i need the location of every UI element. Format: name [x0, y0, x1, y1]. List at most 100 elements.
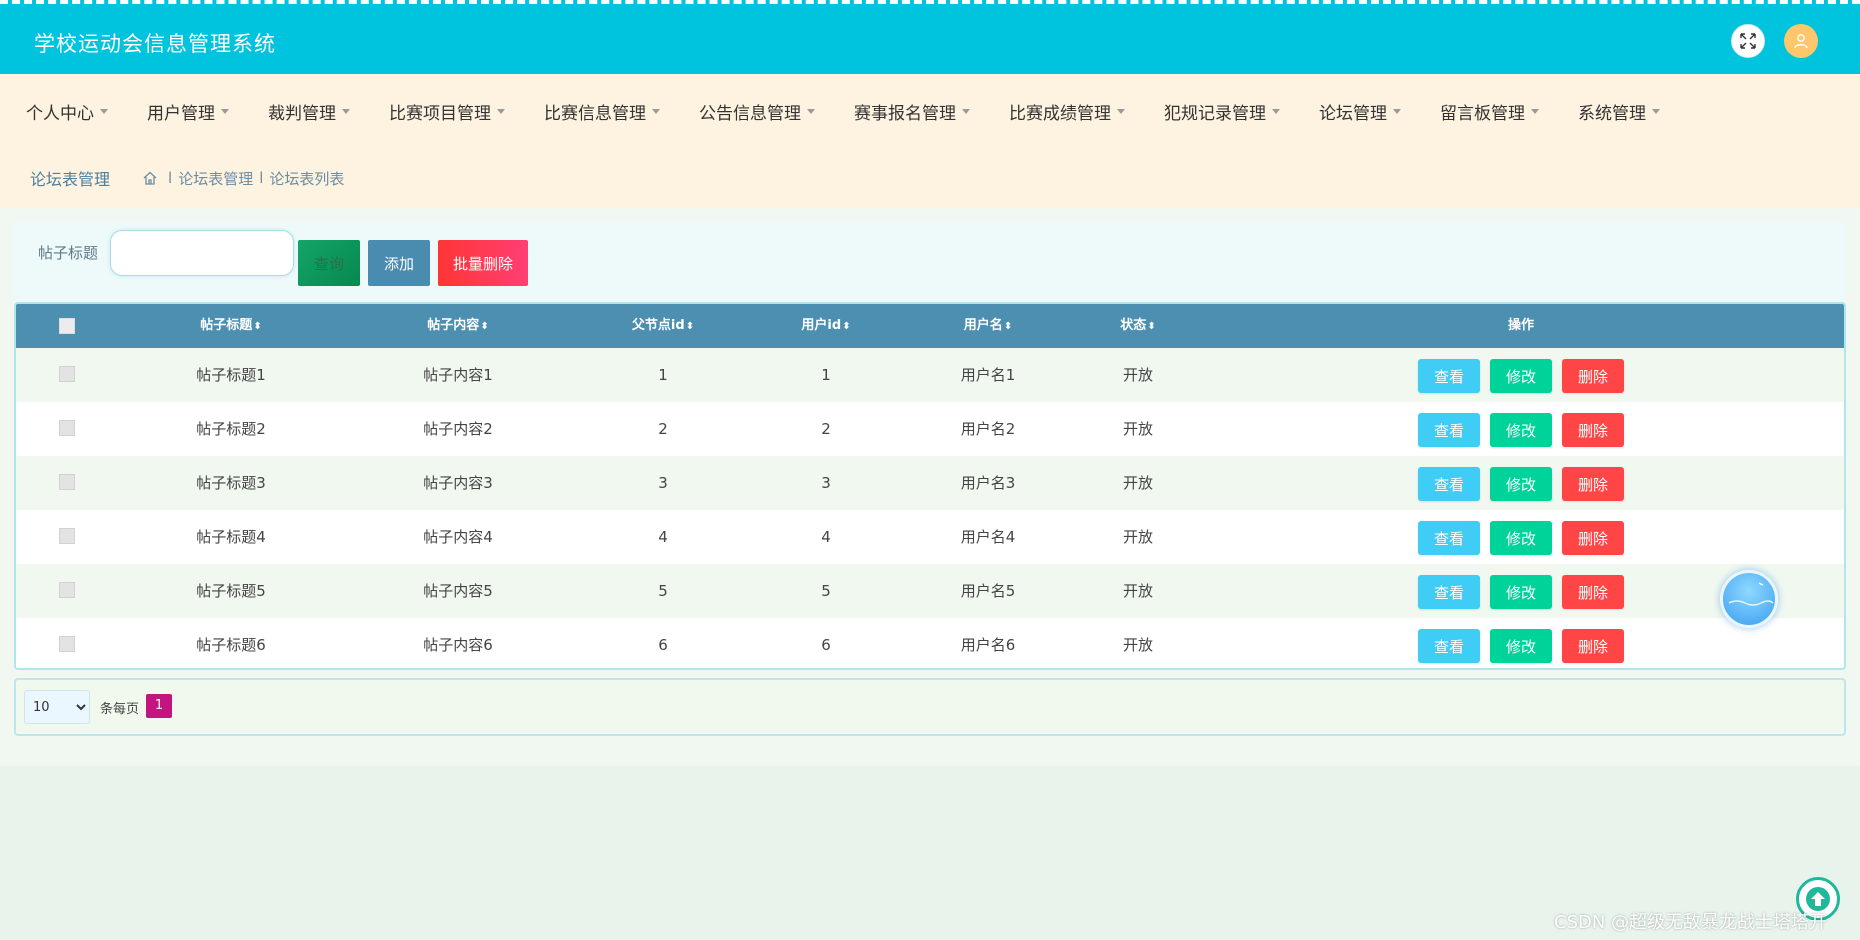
- nav-item-forum-management[interactable]: 论坛管理: [1319, 99, 1401, 124]
- row-checkbox[interactable]: [59, 582, 75, 598]
- cell-status: 开放: [1122, 366, 1154, 384]
- nav-item-event-item-management[interactable]: 比赛项目管理: [389, 99, 505, 124]
- page-title: 论坛表管理: [30, 170, 111, 189]
- nav-item-message-board-management[interactable]: 留言板管理: [1440, 99, 1539, 124]
- cell-username: 用户名4: [960, 528, 1016, 546]
- cell-username: 用户名2: [960, 420, 1016, 438]
- cell-post-content: 帖子内容2: [423, 420, 493, 438]
- add-button[interactable]: 添加: [368, 240, 430, 286]
- column-header-username[interactable]: 用户名⬍: [964, 304, 1012, 348]
- edit-button[interactable]: 修改: [1490, 629, 1552, 663]
- delete-button[interactable]: 删除: [1562, 359, 1624, 393]
- cell-status: 开放: [1122, 474, 1154, 492]
- nav-item-label: 留言板管理: [1440, 103, 1525, 124]
- edit-button[interactable]: 修改: [1490, 359, 1552, 393]
- delete-button[interactable]: 删除: [1562, 467, 1624, 501]
- page-size-select[interactable]: 10: [24, 690, 90, 724]
- page-number-current[interactable]: 1: [146, 694, 172, 718]
- nav-item-announcement-management[interactable]: 公告信息管理: [699, 99, 815, 124]
- select-all-checkbox[interactable]: [59, 318, 75, 334]
- edit-button[interactable]: 修改: [1490, 413, 1552, 447]
- delete-button[interactable]: 删除: [1562, 575, 1624, 609]
- delete-button[interactable]: 删除: [1562, 521, 1624, 555]
- sort-icon: ⬍: [253, 321, 262, 332]
- nav-item-registration-management[interactable]: 赛事报名管理: [854, 99, 970, 124]
- table-row: 帖子标题2 帖子内容2 2 2 用户名2 开放 查看 修改 删除: [16, 402, 1844, 456]
- cell-post-content: 帖子内容6: [423, 636, 493, 654]
- row-checkbox[interactable]: [59, 366, 75, 382]
- cell-status: 开放: [1122, 420, 1154, 438]
- cell-post-title: 帖子标题5: [196, 582, 266, 600]
- nav-item-label: 用户管理: [147, 103, 215, 124]
- cell-post-title: 帖子标题1: [196, 366, 266, 384]
- table-row: 帖子标题3 帖子内容3 3 3 用户名3 开放 查看 修改 删除: [16, 456, 1844, 510]
- delete-button[interactable]: 删除: [1562, 413, 1624, 447]
- column-header-parent-id[interactable]: 父节点id⬍: [632, 304, 694, 348]
- breadcrumb-bar: 论坛表管理 l 论坛表管理 l 论坛表列表: [0, 148, 1860, 208]
- top-header: 学校运动会信息管理系统: [0, 0, 1860, 74]
- pagination: 10 条每页 1: [14, 678, 1846, 736]
- breadcrumb-separator: l: [168, 169, 173, 187]
- floating-assistant-button[interactable]: [1720, 570, 1778, 628]
- table-row: 帖子标题4 帖子内容4 4 4 用户名4 开放 查看 修改 删除: [16, 510, 1844, 564]
- nav-item-label: 公告信息管理: [699, 103, 801, 124]
- expand-icon: [1740, 33, 1756, 49]
- nav-item-referee-management[interactable]: 裁判管理: [268, 99, 350, 124]
- batch-delete-button[interactable]: 批量删除: [438, 240, 528, 286]
- row-checkbox[interactable]: [59, 474, 75, 490]
- caret-down-icon: [100, 108, 108, 114]
- view-button[interactable]: 查看: [1418, 575, 1480, 609]
- view-button[interactable]: 查看: [1418, 467, 1480, 501]
- cell-parent-id: 5: [658, 582, 668, 600]
- column-header-post-title[interactable]: 帖子标题⬍: [200, 304, 261, 348]
- fullscreen-button[interactable]: [1731, 24, 1765, 58]
- breadcrumb-item-forum-management[interactable]: 论坛表管理: [178, 168, 253, 189]
- cell-post-title: 帖子标题4: [196, 528, 266, 546]
- home-icon[interactable]: [142, 170, 158, 186]
- user-icon: [1794, 34, 1808, 49]
- nav-item-label: 赛事报名管理: [854, 103, 956, 124]
- forum-table: 帖子标题⬍ 帖子内容⬍ 父节点id⬍ 用户id⬍ 用户名⬍ 状态⬍ 操作 帖子标…: [14, 302, 1846, 670]
- nav-item-score-management[interactable]: 比赛成绩管理: [1009, 99, 1125, 124]
- row-checkbox[interactable]: [59, 636, 75, 652]
- nav-item-foul-record-management[interactable]: 犯规记录管理: [1164, 99, 1280, 124]
- breadcrumb: l 论坛表管理 l 论坛表列表: [142, 168, 344, 189]
- edit-button[interactable]: 修改: [1490, 467, 1552, 501]
- view-button[interactable]: 查看: [1418, 521, 1480, 555]
- row-checkbox[interactable]: [59, 420, 75, 436]
- cell-status: 开放: [1122, 528, 1154, 546]
- view-button[interactable]: 查看: [1418, 359, 1480, 393]
- column-header-post-content[interactable]: 帖子内容⬍: [427, 304, 488, 348]
- nav-item-label: 系统管理: [1578, 103, 1646, 124]
- nav-item-system-management[interactable]: 系统管理: [1578, 99, 1660, 124]
- cell-parent-id: 6: [658, 636, 668, 654]
- caret-down-icon: [1393, 108, 1401, 114]
- column-header-user-id[interactable]: 用户id⬍: [801, 304, 850, 348]
- caret-down-icon: [807, 108, 815, 114]
- view-button[interactable]: 查看: [1418, 629, 1480, 663]
- caret-down-icon: [1272, 108, 1280, 114]
- cell-parent-id: 4: [658, 528, 668, 546]
- nav-item-match-info-management[interactable]: 比赛信息管理: [544, 99, 660, 124]
- cell-post-content: 帖子内容4: [423, 528, 493, 546]
- delete-button[interactable]: 删除: [1562, 629, 1624, 663]
- caret-down-icon: [652, 108, 660, 114]
- cell-user-id: 4: [821, 528, 831, 546]
- cell-user-id: 5: [821, 582, 831, 600]
- column-header-status[interactable]: 状态⬍: [1120, 304, 1155, 348]
- nav-item-user-management[interactable]: 用户管理: [147, 99, 229, 124]
- user-avatar-button[interactable]: [1784, 24, 1818, 58]
- cell-parent-id: 1: [658, 366, 668, 384]
- cell-user-id: 3: [821, 474, 831, 492]
- cell-post-title: 帖子标题3: [196, 474, 266, 492]
- post-title-search-input[interactable]: [110, 230, 294, 276]
- cell-username: 用户名1: [960, 366, 1016, 384]
- query-button[interactable]: 查询: [298, 240, 360, 286]
- edit-button[interactable]: 修改: [1490, 575, 1552, 609]
- cell-user-id: 6: [821, 636, 831, 654]
- edit-button[interactable]: 修改: [1490, 521, 1552, 555]
- view-button[interactable]: 查看: [1418, 413, 1480, 447]
- row-checkbox[interactable]: [59, 528, 75, 544]
- nav-item-personal-center[interactable]: 个人中心: [26, 99, 108, 124]
- cell-username: 用户名5: [960, 582, 1016, 600]
